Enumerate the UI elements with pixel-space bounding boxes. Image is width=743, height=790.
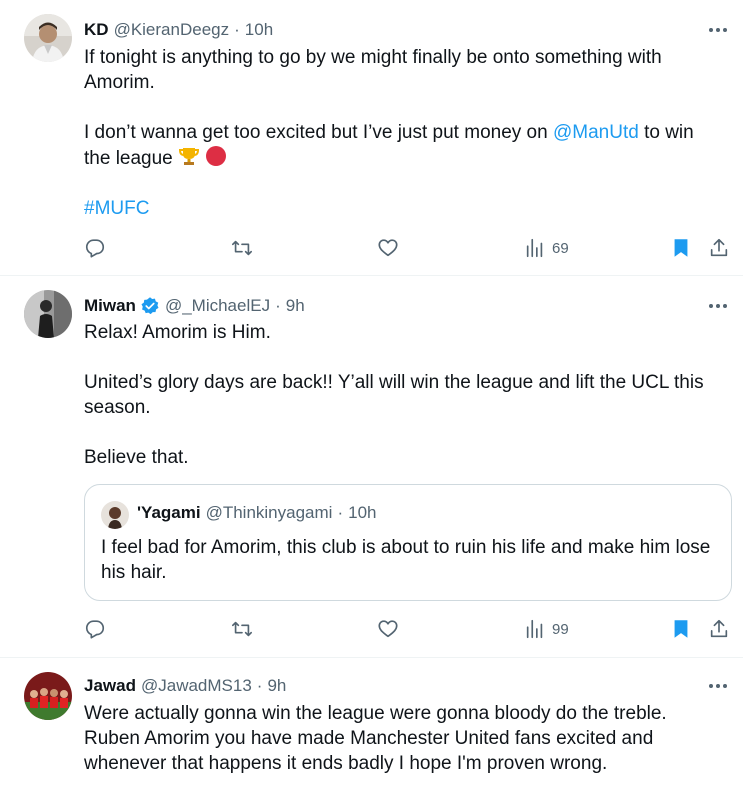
tweet-text: If tonight is anything to go by we might… [84,45,714,221]
reply-button[interactable] [84,616,106,642]
author-name[interactable]: Miwan [84,296,136,316]
hashtag-link[interactable]: #MUFC [84,196,714,221]
retweet-icon [232,240,252,256]
avatar[interactable] [24,290,72,338]
views-button[interactable]: 69 [524,235,569,261]
tweet[interactable]: Jawad @JawadMS13 · 9h Were actually gonn… [0,658,743,790]
timestamp[interactable]: 9h [286,296,305,316]
bookmark-button[interactable] [670,616,692,642]
separator-dot: · [275,296,281,315]
timestamp[interactable]: 10h [245,20,273,40]
quoted-timestamp: 10h [348,503,377,522]
separator-dot: · [337,503,344,522]
separator-dot: · [256,676,263,695]
retweet-button[interactable] [231,616,253,642]
author-handle[interactable]: @_MichaelEJ [165,296,270,316]
share-icon [710,619,728,638]
avatar[interactable] [24,672,72,720]
retweet-icon [232,621,252,637]
quoted-tweet[interactable]: 'Yagami @Thinkinyagami · 10h I feel bad … [84,484,732,601]
trophy-emoji [178,148,205,169]
heart-icon [378,620,398,638]
more-icon[interactable] [707,295,729,317]
tweet-text: Were actually gonna win the league were … [84,701,714,776]
retweet-button[interactable] [231,235,253,261]
like-button[interactable] [377,235,399,261]
bookmark-button[interactable] [670,235,692,261]
quoted-author-handle: @Thinkinyagami [205,503,333,522]
tweet-line: If tonight is anything to go by we might… [84,47,662,93]
share-icon [710,238,728,257]
verified-badge-icon [141,297,159,315]
reply-icon [85,620,105,639]
red-circle-emoji [205,146,227,169]
reply-icon [85,239,105,258]
tweet-line: United’s glory days are back!! Y’all wil… [84,372,704,418]
reply-button[interactable] [84,235,106,261]
quoted-text: I feel bad for Amorim, this club is abou… [101,537,711,583]
quoted-header: 'Yagami @Thinkinyagami · 10h [137,503,377,523]
views-icon [526,619,543,639]
author-name[interactable]: KD [84,20,109,40]
timestamp[interactable]: 9h [267,676,286,696]
quoted-author-name: 'Yagami [137,503,201,522]
share-button[interactable] [708,616,730,642]
tweet-line: Believe that. [84,447,189,468]
share-button[interactable] [708,235,730,261]
views-count: 69 [552,239,569,257]
quoted-avatar [101,501,129,529]
author-handle[interactable]: @JawadMS13 [141,676,252,696]
timeline-feed: KD @KieranDeegz · 10h If tonight is anyt… [0,0,743,790]
tweet-line: I don’t wanna get too excited but I’ve j… [84,120,714,171]
tweet-actions: 99 [84,616,734,642]
tweet[interactable]: Miwan @_MichaelEJ · 9h Relax! Amorim is … [0,276,743,658]
bookmark-icon [674,620,688,638]
tweet-header: Jawad @JawadMS13 · 9h [84,674,286,698]
like-button[interactable] [377,616,399,642]
tweet-header: Miwan @_MichaelEJ · 9h [84,294,305,318]
views-count: 99 [552,620,569,638]
views-button[interactable]: 99 [524,616,569,642]
author-handle[interactable]: @KieranDeegz [114,20,230,40]
tweet-header: KD @KieranDeegz · 10h [84,18,273,42]
more-icon[interactable] [707,19,729,41]
heart-icon [378,239,398,257]
avatar[interactable] [24,14,72,62]
mention-link[interactable]: @ManUtd [553,122,639,143]
author-name[interactable]: Jawad [84,676,136,696]
views-icon [526,238,543,258]
tweet-actions: 69 [84,235,734,261]
more-icon[interactable] [707,675,729,697]
tweet-text-segment: I don’t wanna get too excited but I’ve j… [84,122,548,143]
bookmark-icon [674,239,688,257]
tweet-text: Relax! Amorim is Him. United’s glory day… [84,320,714,470]
tweet-line: Were actually gonna win the league were … [84,703,667,774]
tweet[interactable]: KD @KieranDeegz · 10h If tonight is anyt… [0,0,743,276]
tweet-line: Relax! Amorim is Him. [84,322,271,343]
separator-dot: · [234,20,240,39]
